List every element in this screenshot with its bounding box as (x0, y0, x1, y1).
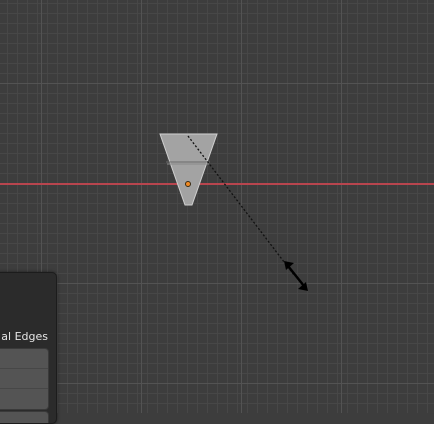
operator-panel[interactable]: al Edges (0, 272, 57, 424)
bidirectional-resize-arrow-icon (284, 261, 308, 291)
3d-viewport[interactable]: al Edges (0, 0, 434, 424)
mesh-face[interactable] (159, 133, 218, 206)
operator-field-group[interactable] (0, 348, 49, 410)
operator-panel-label: al Edges (1, 330, 48, 343)
mesh-object[interactable] (159, 133, 218, 206)
object-origin (185, 181, 191, 187)
viewport-overlay (159, 133, 308, 291)
